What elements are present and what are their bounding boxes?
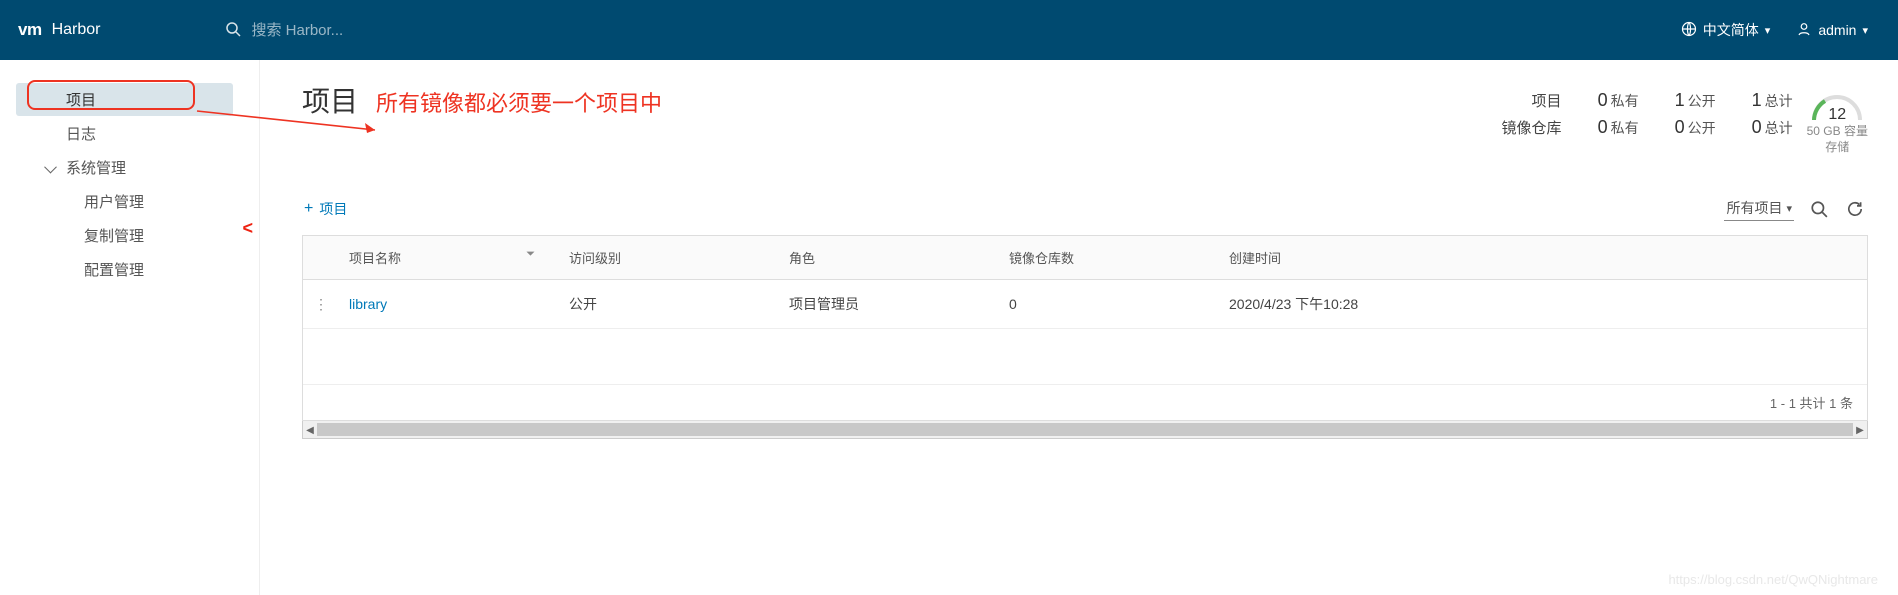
toolbar-right: 所有项目 ▾ <box>1724 196 1866 221</box>
gauge-caption-2: 存储 <box>1807 140 1868 156</box>
sidebar-collapse[interactable]: < <box>242 218 253 239</box>
project-filter-select[interactable]: 所有项目 ▾ <box>1724 196 1794 221</box>
summary-grid: 项目 0私有 1公开 1总计 镜像仓库 0私有 0公开 0总计 <box>1502 90 1793 138</box>
sidebar-item-system-admin[interactable]: 系统管理 <box>16 151 233 184</box>
annotation-text: 所有镜像都必须要一个项目中 <box>376 86 662 118</box>
projects-table: 项目名称 访问级别 角色 镜像仓库数 创建时间 ⋮ library 公开 项目管… <box>302 235 1868 421</box>
gauge-value: 12 <box>1810 106 1864 124</box>
search-input[interactable] <box>215 14 915 47</box>
horizontal-scrollbar[interactable]: ◀ ▶ <box>302 421 1868 439</box>
summary-row-label: 项目 <box>1502 90 1562 111</box>
toolbar: + 项目 所有项目 ▾ <box>302 196 1868 229</box>
summary-cell: 0总计 <box>1752 117 1793 138</box>
table-blank-row <box>303 329 1867 385</box>
summary-cell: 0公开 <box>1675 117 1716 138</box>
sidebar-item-label: 项目 <box>66 89 96 110</box>
scrollbar-right-arrow[interactable]: ▶ <box>1853 421 1867 439</box>
global-search <box>215 14 1680 47</box>
cell-repos: 0 <box>999 280 1219 329</box>
filter-label: 所有项目 <box>1726 198 1782 218</box>
plus-icon: + <box>304 200 313 218</box>
column-role[interactable]: 角色 <box>779 236 999 280</box>
page-title: 项目 <box>302 80 358 120</box>
add-label: 项目 <box>319 199 347 219</box>
summary-cell: 1总计 <box>1752 90 1793 111</box>
chevron-down-icon: ▾ <box>1786 202 1792 215</box>
globe-icon <box>1681 21 1697 40</box>
user-icon <box>1796 21 1812 40</box>
chevron-down-icon: ▾ <box>1765 24 1771 37</box>
page-content: 项目 所有镜像都必须要一个项目中 项目 0私有 1公开 1总计 镜像仓库 0私有… <box>260 60 1898 595</box>
search-projects-button[interactable] <box>1808 198 1830 220</box>
cell-created: 2020/4/23 下午10:28 <box>1219 280 1867 329</box>
watermark: https://blog.csdn.net/QwQNightmare <box>1668 572 1878 587</box>
sidebar-item-label: 配置管理 <box>84 259 144 280</box>
table-header-row: 项目名称 访问级别 角色 镜像仓库数 创建时间 <box>303 236 1867 280</box>
brand-name: Harbor <box>52 21 101 39</box>
storage-gauge: 12 50 GB 容量 存储 <box>1807 90 1868 155</box>
chevron-down-icon: ▾ <box>1862 24 1868 37</box>
sidebar-item-replication[interactable]: 复制管理 <box>16 219 233 252</box>
sidebar-item-users[interactable]: 用户管理 <box>16 185 233 218</box>
language-selector[interactable]: 中文简体 ▾ <box>1681 20 1771 40</box>
user-name: admin <box>1818 22 1856 38</box>
add-project-button[interactable]: + 项目 <box>304 199 347 219</box>
sidebar-item-config[interactable]: 配置管理 <box>16 253 233 286</box>
table-footer: 1 - 1 共计 1 条 <box>303 385 1867 420</box>
search-icon <box>225 21 241 40</box>
column-repos[interactable]: 镜像仓库数 <box>999 236 1219 280</box>
cell-role: 项目管理员 <box>779 280 999 329</box>
sidebar-item-projects[interactable]: 项目 <box>16 83 233 116</box>
table-row[interactable]: ⋮ library 公开 项目管理员 0 2020/4/23 下午10:28 <box>303 280 1867 329</box>
header-right: 中文简体 ▾ admin ▾ <box>1681 20 1880 40</box>
brand-logo: vm Harbor <box>18 20 100 40</box>
scrollbar-thumb[interactable] <box>317 423 1853 436</box>
search-icon <box>1810 200 1828 218</box>
sidebar-item-logs[interactable]: 日志 <box>16 117 233 150</box>
scrollbar-left-arrow[interactable]: ◀ <box>303 421 317 439</box>
cell-access: 公开 <box>559 280 779 329</box>
summary-row-label: 镜像仓库 <box>1502 117 1562 138</box>
user-menu[interactable]: admin ▾ <box>1796 21 1868 40</box>
column-access[interactable]: 访问级别 <box>559 236 779 280</box>
column-actions <box>303 236 339 280</box>
project-link[interactable]: library <box>349 296 387 312</box>
summary-cell: 0私有 <box>1598 117 1639 138</box>
sidebar-item-label: 复制管理 <box>84 225 144 246</box>
main-layout: 项目 日志 系统管理 用户管理 复制管理 配置管理 < 项目 所有镜像都必须要一… <box>0 60 1898 595</box>
column-name[interactable]: 项目名称 <box>339 236 559 280</box>
app-header: vm Harbor 中文简体 ▾ admin ▾ <box>0 0 1898 60</box>
sidebar-item-label: 用户管理 <box>84 191 144 212</box>
summary-panel: 项目 0私有 1公开 1总计 镜像仓库 0私有 0公开 0总计 12 50 GB… <box>1502 90 1868 155</box>
row-actions[interactable]: ⋮ <box>303 280 339 329</box>
vm-logo-text: vm <box>18 20 42 40</box>
sidebar-item-label: 系统管理 <box>66 157 126 178</box>
sidebar-item-label: 日志 <box>66 123 96 144</box>
gauge-caption: 50 GB 容量 <box>1807 124 1868 140</box>
sidebar: 项目 日志 系统管理 用户管理 复制管理 配置管理 < <box>0 60 260 595</box>
column-created[interactable]: 创建时间 <box>1219 236 1867 280</box>
refresh-icon <box>1846 200 1864 218</box>
summary-cell: 0私有 <box>1598 90 1639 111</box>
language-label: 中文简体 <box>1703 20 1759 40</box>
refresh-button[interactable] <box>1844 198 1866 220</box>
summary-cell: 1公开 <box>1675 90 1716 111</box>
